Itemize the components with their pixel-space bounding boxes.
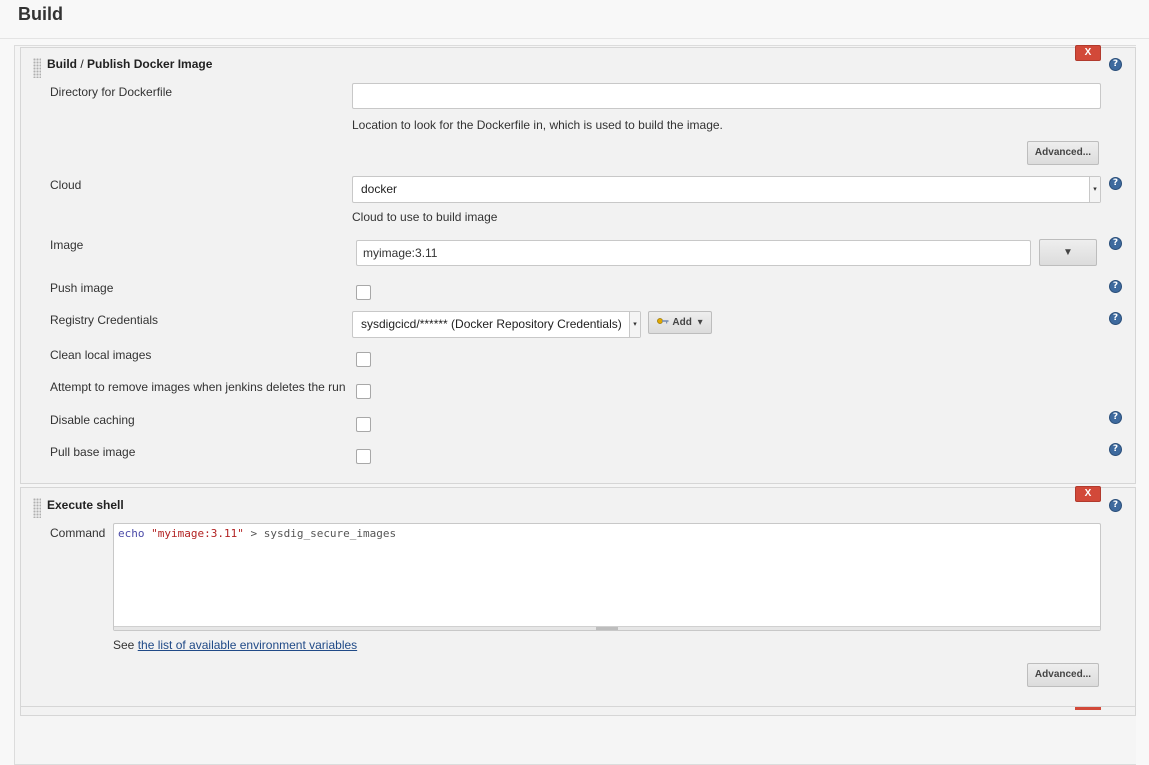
- image-input[interactable]: myimage:3.11: [356, 240, 1031, 266]
- registry-credentials-label: Registry Credentials: [50, 313, 159, 327]
- section-title: Build: [18, 4, 63, 24]
- pull-base-image-checkbox[interactable]: [356, 449, 371, 464]
- add-credentials-button[interactable]: Add ▾: [648, 311, 712, 334]
- divider: [0, 38, 1149, 39]
- pull-base-image-label: Pull base image: [50, 445, 136, 459]
- delete-step-button[interactable]: X: [1075, 486, 1101, 502]
- clean-local-images-checkbox[interactable]: [356, 352, 371, 367]
- advanced-button[interactable]: Advanced...: [1027, 141, 1099, 165]
- execute-shell-step: Execute shell X ? Command echo "myimage:…: [20, 486, 1136, 708]
- caret-down-icon: ▾: [629, 312, 640, 337]
- registry-credentials-select[interactable]: sysdigcicd/****** (Docker Repository Cre…: [352, 311, 641, 338]
- help-icon[interactable]: ?: [1109, 177, 1122, 190]
- help-icon[interactable]: ?: [1109, 58, 1122, 71]
- registry-credentials-value: sysdigcicd/****** (Docker Repository Cre…: [361, 317, 622, 331]
- help-icon[interactable]: ?: [1109, 499, 1122, 512]
- advanced-button[interactable]: Advanced...: [1027, 663, 1099, 687]
- env-vars-link[interactable]: the list of available environment variab…: [138, 638, 357, 652]
- dockerfile-dir-label: Directory for Dockerfile: [50, 85, 173, 99]
- help-icon[interactable]: ?: [1109, 280, 1122, 293]
- remove-images-checkbox[interactable]: [356, 384, 371, 399]
- cloud-label: Cloud: [50, 178, 82, 192]
- cloud-select-value: docker: [361, 182, 398, 196]
- push-image-label: Push image: [50, 281, 114, 295]
- code-rest: > sysdig_secure_images: [243, 527, 397, 540]
- remove-images-label: Attempt to remove images when jenkins de…: [50, 380, 346, 394]
- step-title: Build / Publish Docker Image: [47, 57, 212, 71]
- next-build-step: [20, 706, 1136, 716]
- disable-caching-checkbox[interactable]: [356, 417, 371, 432]
- code-keyword: echo: [118, 527, 145, 540]
- help-icon[interactable]: ?: [1109, 237, 1122, 250]
- drag-handle-icon[interactable]: [33, 498, 41, 518]
- env-vars-prefix: See: [113, 638, 135, 652]
- cloud-select[interactable]: docker ▾: [352, 176, 1101, 203]
- code-string: "myimage:3.11": [151, 527, 244, 540]
- push-image-checkbox[interactable]: [356, 285, 371, 300]
- delete-step-button[interactable]: X: [1075, 45, 1101, 61]
- dockerfile-dir-description: Location to look for the Dockerfile in, …: [352, 118, 723, 132]
- dockerfile-dir-input[interactable]: [352, 83, 1101, 109]
- command-label: Command: [50, 526, 106, 540]
- step-title-part2: Publish Docker Image: [87, 57, 213, 71]
- drag-handle-icon[interactable]: [33, 58, 41, 78]
- step-title-part1: Build: [47, 57, 77, 71]
- clean-local-images-label: Clean local images: [50, 348, 152, 362]
- caret-down-icon: ▾: [697, 317, 703, 329]
- key-icon: [657, 312, 669, 333]
- command-code: echo "myimage:3.11" > sysdig_secure_imag…: [118, 527, 396, 540]
- disable-caching-label: Disable caching: [50, 413, 135, 427]
- resize-grip-icon: [596, 627, 618, 630]
- env-vars-hint: See the list of available environment va…: [113, 638, 357, 652]
- command-textarea[interactable]: echo "myimage:3.11" > sysdig_secure_imag…: [113, 523, 1101, 631]
- image-dropdown-button[interactable]: ▼: [1039, 239, 1097, 266]
- image-label: Image: [50, 238, 84, 252]
- add-credentials-label: Add: [672, 317, 692, 329]
- help-icon[interactable]: ?: [1109, 411, 1122, 424]
- step-title-separator: /: [80, 57, 84, 71]
- step-title: Execute shell: [47, 498, 124, 512]
- textarea-resize-handle[interactable]: [114, 626, 1100, 630]
- caret-down-icon: ▾: [1089, 177, 1100, 202]
- help-icon[interactable]: ?: [1109, 443, 1122, 456]
- cloud-description: Cloud to use to build image: [352, 210, 498, 224]
- help-icon[interactable]: ?: [1109, 312, 1122, 325]
- docker-build-step: Build / Publish Docker Image X ? Directo…: [20, 45, 1136, 484]
